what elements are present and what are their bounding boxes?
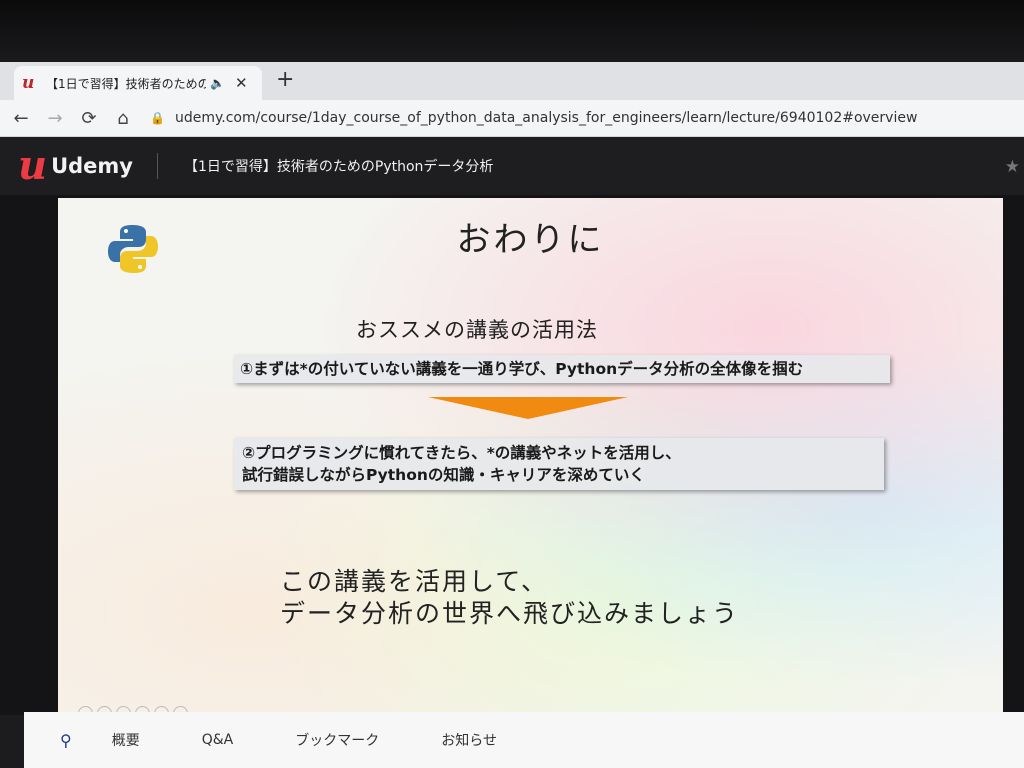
course-title[interactable]: 【1日で習得】技術者のためのPythonデータ分析 — [184, 156, 493, 176]
closing-line-2: データ分析の世界へ飛び込みましょう — [280, 599, 740, 628]
speaker-icon[interactable]: 🔈 — [210, 76, 225, 90]
tab-title: 【1日で習得】技術者のためのPy — [46, 76, 206, 91]
course-tabs: ⚲ 概要 Q&A ブックマーク お知らせ — [24, 712, 1024, 768]
star-icon[interactable]: ★ — [1005, 157, 1020, 177]
tab-bookmarks[interactable]: ブックマーク — [295, 730, 379, 750]
step-1-box: ①まずは*の付いていない講義を一通り学び、Pythonデータ分析の全体像を掴む — [234, 355, 890, 383]
tab-announcements[interactable]: お知らせ — [441, 730, 497, 750]
close-icon[interactable]: ✕ — [235, 74, 248, 92]
closing-line-1: この講義を活用して、 — [280, 567, 549, 596]
new-tab-button[interactable]: + — [276, 67, 294, 92]
address-bar[interactable]: udemy.com/course/1day_course_of_python_d… — [175, 110, 917, 126]
search-icon[interactable]: ⚲ — [60, 731, 72, 750]
browser-tab-strip: u 【1日で習得】技術者のためのPy 🔈 ✕ + — [0, 62, 1024, 100]
browser-tab[interactable]: u 【1日で習得】技術者のためのPy 🔈 ✕ — [14, 66, 262, 100]
header-divider — [157, 153, 158, 179]
closing-message: この講義を活用して、 データ分析の世界へ飛び込みましょう — [280, 566, 739, 630]
udemy-favicon-icon: u — [22, 73, 35, 93]
udemy-header: u Udemy 【1日で習得】技術者のためのPythonデータ分析 ★ — [0, 137, 1024, 195]
lock-icon[interactable]: 🔒 — [150, 111, 165, 125]
tab-overview[interactable]: 概要 — [112, 730, 140, 750]
step-2-line-2: 試行錯誤しながらPythonの知識・キャリアを深めていく — [242, 466, 645, 484]
step-2-box: ②プログラミングに慣れてきたら、*の講義やネットを活用し、 試行錯誤しながらPy… — [234, 438, 884, 490]
forward-arrow-icon[interactable]: → — [42, 105, 68, 131]
udemy-brand-text: Udemy — [51, 154, 133, 178]
tab-qa[interactable]: Q&A — [202, 732, 234, 748]
udemy-logo[interactable]: u Udemy — [18, 146, 133, 186]
lecture-slide: おわりに おススメの講義の活用法 ①まずは*の付いていない講義を一通り学び、Py… — [58, 198, 1003, 721]
browser-toolbar: ← → ⟳ ⌂ 🔒 udemy.com/course/1day_course_o… — [0, 100, 1024, 137]
reload-icon[interactable]: ⟳ — [76, 105, 102, 131]
home-icon[interactable]: ⌂ — [110, 105, 136, 131]
back-arrow-icon[interactable]: ← — [8, 105, 34, 131]
step-2-line-1: ②プログラミングに慣れてきたら、*の講義やネットを活用し、 — [242, 444, 681, 462]
monitor-bezel — [0, 0, 1024, 62]
section-title: おススメの講義の活用法 — [356, 318, 598, 342]
down-arrow-icon — [428, 397, 628, 419]
udemy-logo-icon: u — [18, 142, 48, 189]
slide-title: おわりに — [456, 220, 605, 260]
